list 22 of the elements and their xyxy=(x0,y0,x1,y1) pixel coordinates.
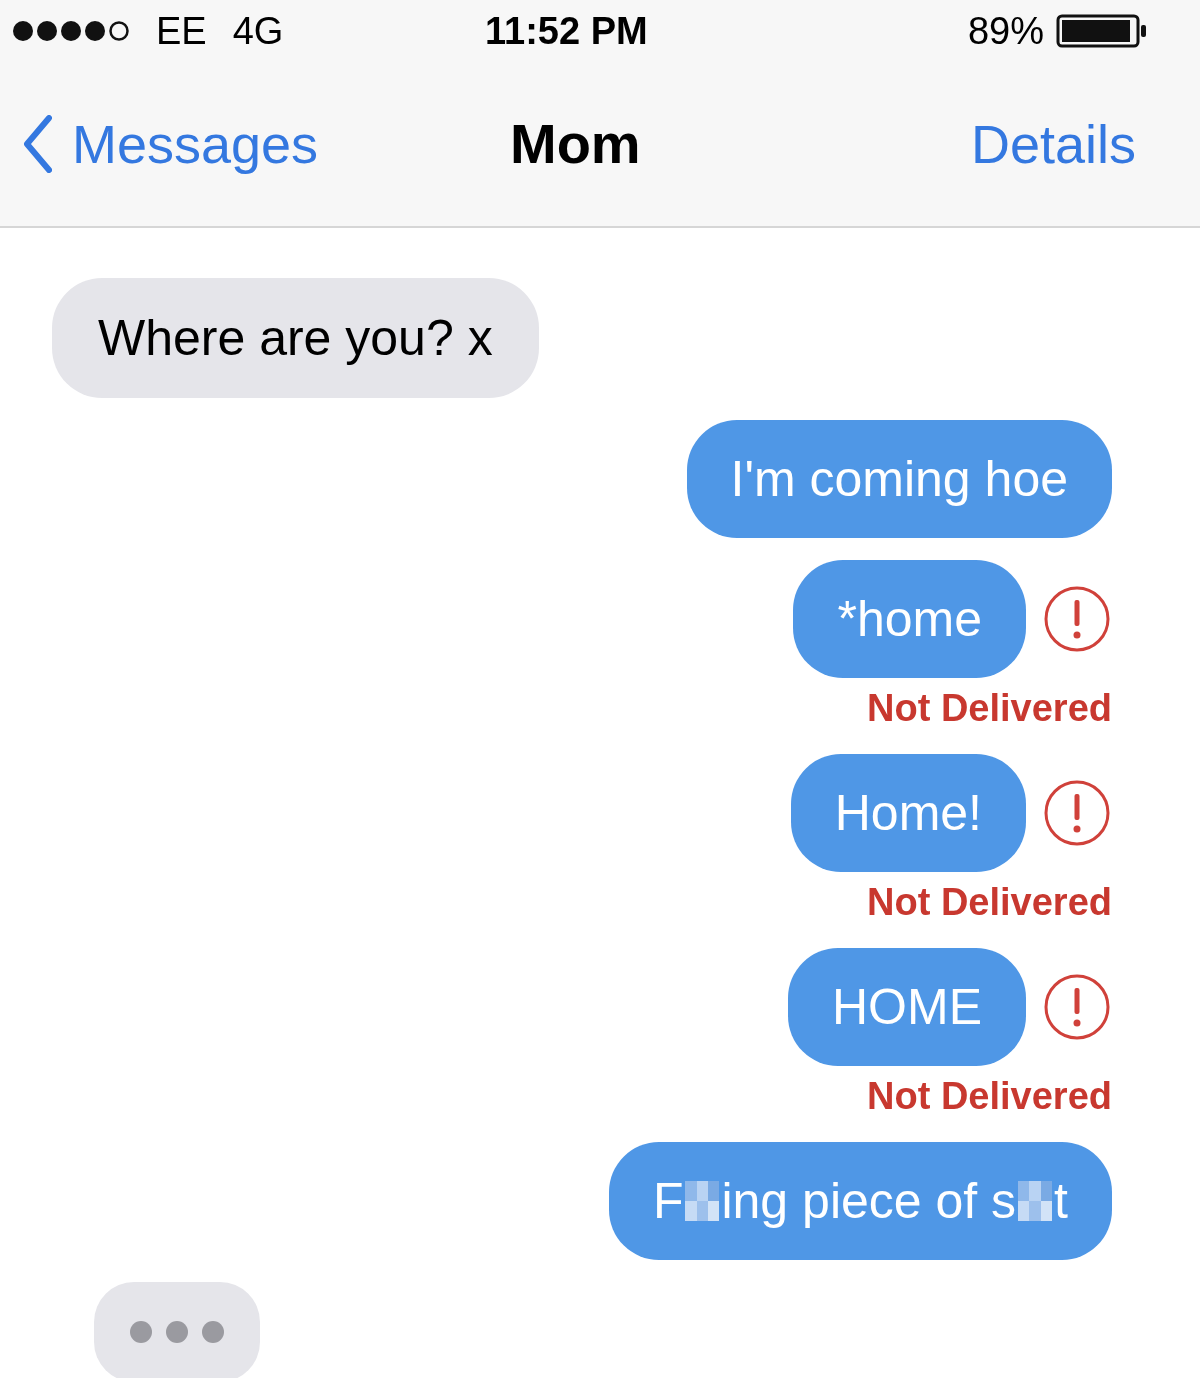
error-icon[interactable] xyxy=(1042,584,1112,654)
battery-icon xyxy=(1056,14,1148,48)
carrier-label: EE xyxy=(156,8,207,54)
delivery-status: Not Delivered xyxy=(867,686,1112,731)
network-label: 4G xyxy=(232,8,284,54)
delivery-status: Not Delivered xyxy=(867,880,1112,925)
sent-message-bubble: I'm coming hoe xyxy=(686,420,1112,538)
delivery-status: Not Delivered xyxy=(867,1074,1112,1119)
typing-dots-icon xyxy=(129,1320,225,1344)
error-icon[interactable] xyxy=(1042,778,1112,848)
sent-message-bubble: Home! xyxy=(790,754,1026,872)
back-button[interactable]: Messages xyxy=(22,103,319,185)
sent-message-bubble: *home xyxy=(793,560,1026,678)
details-button[interactable]: Details xyxy=(970,103,1136,185)
battery-percent: 89% xyxy=(967,8,1044,54)
back-chevron-icon xyxy=(22,115,52,173)
clock-time: 11:52 PM xyxy=(485,8,648,54)
received-message-bubble: Where are you? x xyxy=(52,278,539,398)
sent-message-bubble: F ing piece of s t xyxy=(608,1142,1112,1260)
conversation-title: Mom xyxy=(510,111,641,177)
sent-message-bubble: HOME xyxy=(788,948,1026,1066)
error-icon[interactable] xyxy=(1042,972,1112,1042)
